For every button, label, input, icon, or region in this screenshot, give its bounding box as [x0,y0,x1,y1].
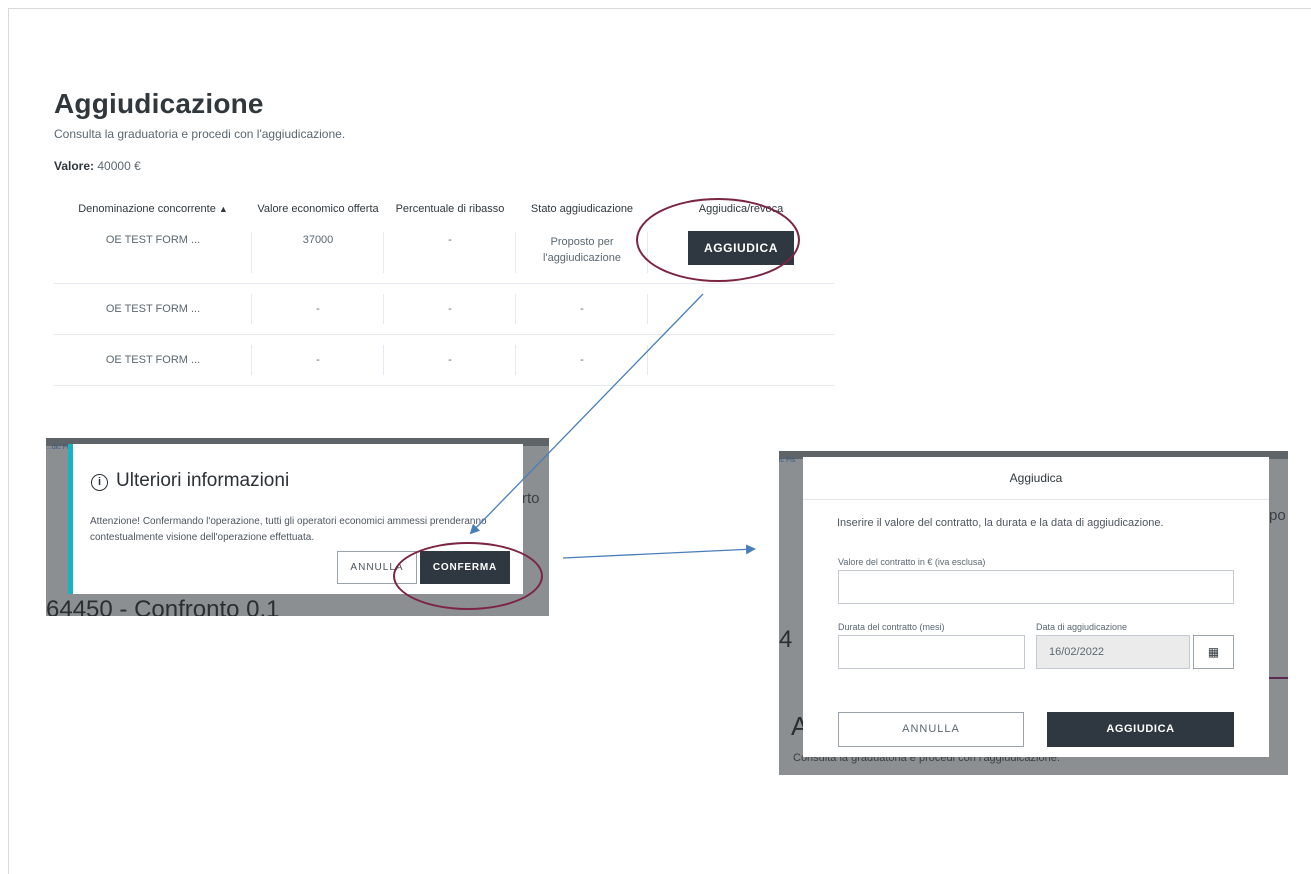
contract-duration-label: Durata del contratto (mesi) [838,622,945,632]
aggiudica-submit-button[interactable]: AGGIUDICA [1047,712,1234,747]
award-modal: Aggiudica Inserire il valore del contrat… [803,457,1269,757]
table-row: OE TEST FORM ... - - - [54,283,834,335]
highlight-aggiudica-ellipse [636,198,800,282]
cell-name: OE TEST FORM ... [54,222,252,284]
background-text: po [1269,507,1286,524]
tender-value-label: Valore: [54,159,95,173]
header-valore-offerta[interactable]: Valore economico offerta [252,196,384,222]
page-title: Aggiudicazione [54,88,264,119]
tender-value-amount: 40000 € [97,159,141,173]
sort-ascending-icon[interactable]: ▲ [219,204,228,214]
header-denominazione[interactable]: Denominazione concorrente ▲ [54,196,252,222]
cell-value: - [252,334,384,386]
table-row: OE TEST FORM ... - - - [54,334,834,386]
cell-value: - [252,283,384,335]
contract-value-input[interactable] [838,570,1234,604]
background-link: ic Fis [779,457,796,464]
award-modal-title: Aggiudica [803,457,1269,500]
award-date-label: Data di aggiudicazione [1036,622,1128,632]
award-screenshot: ic Fis po 4 A Consulta la graduatoria e … [779,451,1288,775]
contract-value-label: Valore del contratto in € (iva esclusa) [838,557,986,567]
cell-name: OE TEST FORM ... [54,334,252,386]
cell-action [648,334,834,386]
cell-action [648,283,834,335]
confirm-modal-text: Attenzione! Confermando l'operazione, tu… [90,516,487,543]
cancel-button[interactable]: ANNULLA [838,712,1024,747]
background-divider [1269,677,1288,679]
tender-value: Valore: 40000 € [54,159,141,173]
header-percentuale-ribasso[interactable]: Percentuale di ribasso [384,196,516,222]
cell-name: OE TEST FORM ... [54,283,252,335]
cell-value: 37000 [252,222,384,284]
cell-status: - [516,334,648,386]
cell-discount: - [384,222,516,284]
cell-status: - [516,283,648,335]
award-date-input: 16/02/2022 [1036,635,1190,669]
confirm-modal-title: i Ulteriori informazioni [91,470,289,492]
info-icon: i [91,474,108,491]
background-heading: 4 [779,626,793,653]
background-text: rto [522,490,540,507]
cell-discount: - [384,283,516,335]
award-modal-intro: Inserire il valore del contratto, la dur… [837,517,1164,529]
contract-duration-input[interactable] [838,635,1025,669]
header-stato-aggiudicazione[interactable]: Stato aggiudicazione [516,196,648,222]
page-subtitle: Consulta la graduatoria e procedi con l'… [54,127,346,141]
background-heading: 64450 - Confronto 0.1 [46,596,280,616]
cell-status: Proposto per l'aggiudicazione [516,222,648,284]
highlight-conferma-ellipse [393,542,543,610]
calendar-icon[interactable]: ▦ [1193,635,1234,669]
cell-discount: - [384,334,516,386]
